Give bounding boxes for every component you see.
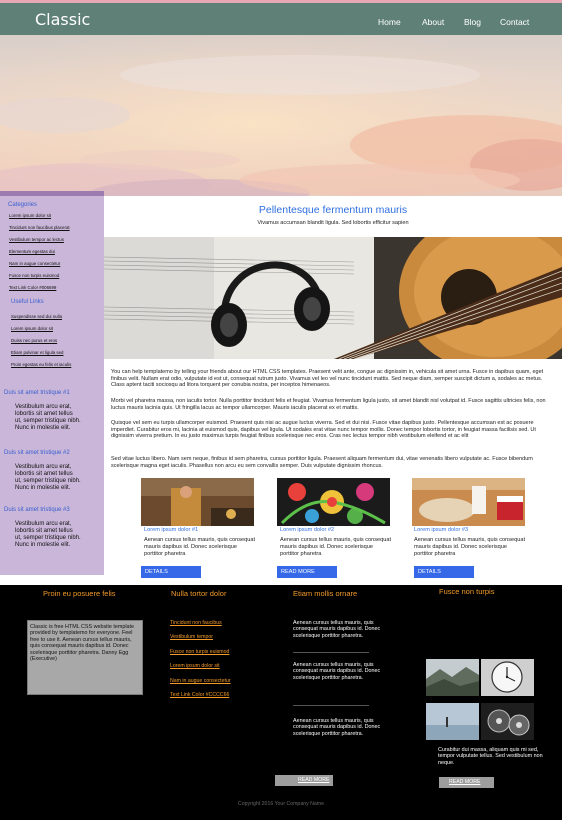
hero-sky-image <box>0 35 562 196</box>
body-paragraph: Morbi vel pharetra massa, non iaculis to… <box>111 398 546 411</box>
sidebar: Categories Lorem ipsum dolor sit Tincidu… <box>0 191 104 575</box>
footer-thumb-mountains[interactable] <box>426 659 479 696</box>
section-text-1: Vestibulum arcu erat, lobortis sit amet … <box>15 404 81 431</box>
section-text-3: Vestibulum arcu erat, lobortis sit amet … <box>15 521 81 548</box>
category-link[interactable]: Tincidunt non faucibus placerat <box>9 225 70 230</box>
footer-divider <box>293 705 369 706</box>
footer-news-item: Aenean cursus tellus mauris, quis conseq… <box>293 718 381 737</box>
card-image-kitchen <box>141 478 254 526</box>
useful-link[interactable]: Proin egestas eu felis et iaculis <box>11 362 81 367</box>
category-link[interactable]: Elementum egestas dui <box>9 249 55 254</box>
card-title-1[interactable]: Lorem ipsum dolor #1 <box>144 527 198 533</box>
footer-col4-text: Curabitur dui massa, aliquam quis mi sed… <box>438 747 543 766</box>
body-paragraph: Sed vitae luctus libero. Nam sem neque, … <box>111 456 533 469</box>
footer-col4-title: Fusce non turpis <box>439 587 495 596</box>
nav-home[interactable]: Home <box>378 17 401 27</box>
category-link[interactable]: Fusce non turpis euismod <box>9 273 59 278</box>
useful-links-title: Useful Links <box>11 299 44 305</box>
headphones-guitar-image <box>104 237 562 359</box>
useful-link[interactable]: Lorem ipsum dolor sit <box>11 326 53 331</box>
footer-link[interactable]: Text Link Color #CCCC66 <box>170 692 229 698</box>
card-text-3: Aenean cursus tellus mauris, quis conseq… <box>414 537 526 557</box>
category-link[interactable]: Nam in augue consectetur <box>9 261 60 266</box>
footer-link[interactable]: Nam in augue consectetur <box>170 678 231 684</box>
site-header: Classic Home About Blog Contact <box>0 3 562 35</box>
section-title-3: Duis sit amet tristique #3 <box>4 507 70 513</box>
nav-about[interactable]: About <box>422 17 444 27</box>
useful-link[interactable]: Duiss nec purus et eros <box>11 338 57 343</box>
section-title-1: Duis sit amet tristique #1 <box>4 390 70 396</box>
nav-contact[interactable]: Contact <box>500 17 529 27</box>
card-title-2[interactable]: Lorem ipsum dolor #2 <box>280 527 334 533</box>
categories-title: Categories <box>8 202 38 208</box>
copyright: Copyright 2016 Your Company Name <box>238 801 324 807</box>
card-read-more-button[interactable]: READ MORE <box>277 566 337 578</box>
card-text-1: Aenean cursus tellus mauris, quis conseq… <box>144 537 256 557</box>
section-title-2: Duis sit amet tristique #2 <box>4 450 70 456</box>
category-link[interactable]: Text Link Color #006699 <box>9 285 56 290</box>
card-title-3[interactable]: Lorem ipsum dolor #3 <box>414 527 468 533</box>
card-details-button[interactable]: DETAILS <box>141 566 201 578</box>
footer-news-item: Aenean cursus tellus mauris, quis conseq… <box>293 662 381 681</box>
footer-link[interactable]: Tincidunt non faucibus <box>170 620 222 626</box>
main-title: Pellentesque fermentum mauris <box>258 204 408 216</box>
card-image-milk-bread <box>412 478 525 526</box>
footer-col2-title: Nulla tortor dolor <box>171 589 227 598</box>
footer-news-item: Aenean cursus tellus mauris, quis conseq… <box>293 620 381 639</box>
main-subtitle: Vivamus accumsan blandit ligula. Sed lob… <box>257 220 409 226</box>
footer-col4-read-more-button[interactable]: READ MORE <box>439 777 494 788</box>
footer-link[interactable]: Vestibulum tempor <box>170 634 213 640</box>
category-link[interactable]: Vestibulum tempor ac lectus <box>9 237 64 242</box>
footer-about-text: Classic is free HTML CSS website templat… <box>30 624 135 663</box>
section-text-2: Vestibulum arcu erat, lobortis sit amet … <box>15 464 81 491</box>
card-text-2: Aenean cursus tellus mauris, quis conseq… <box>280 537 392 557</box>
card-details-button[interactable]: DETAILS <box>414 566 474 578</box>
footer-thumb-clock[interactable] <box>481 659 534 696</box>
useful-link[interactable]: Etiam pulvinar et ligula sed <box>11 350 63 355</box>
body-paragraph: You can help templatemo by telling your … <box>111 369 544 389</box>
footer-thumb-film-reels[interactable] <box>481 703 534 740</box>
footer-thumb-lake[interactable] <box>426 703 479 740</box>
footer-link[interactable]: Lorem ipsum dolor sit <box>170 663 220 669</box>
card-image-floral-art <box>277 478 390 526</box>
footer-link[interactable]: Fusce non turpis euismod <box>170 649 229 655</box>
site-logo[interactable]: Classic <box>35 10 90 29</box>
useful-link[interactable]: Suspendisse sed dui nulla <box>11 314 62 319</box>
footer-read-more-button[interactable]: READ MORE <box>275 775 333 786</box>
nav-blog[interactable]: Blog <box>464 17 481 27</box>
body-paragraph: Quisque vel sem eu turpis ullamcorper eu… <box>111 420 536 440</box>
footer-about-box: Classic is free HTML CSS website templat… <box>27 620 143 695</box>
category-link[interactable]: Lorem ipsum dolor sit <box>9 213 51 218</box>
footer-divider <box>293 652 369 653</box>
footer-col3-title: Etiam mollis ornare <box>293 589 358 598</box>
sidebar-top-bar <box>0 191 104 196</box>
footer-col1-title: Proin eu posuere felis <box>43 589 116 598</box>
